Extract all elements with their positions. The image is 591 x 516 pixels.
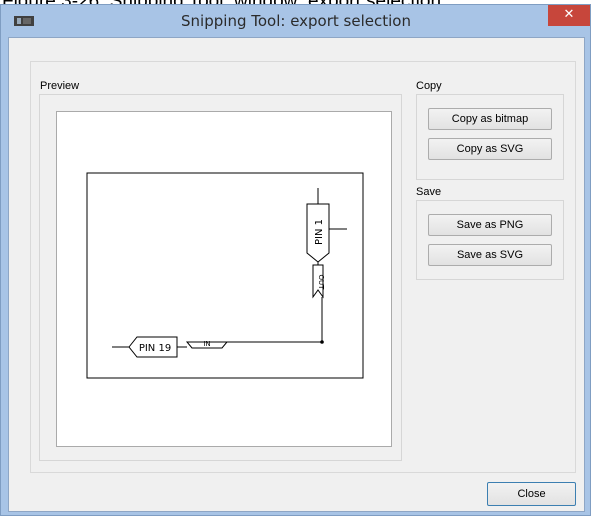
out-port-label: OUT: [317, 275, 325, 291]
copy-as-svg-button[interactable]: Copy as SVG: [428, 138, 552, 160]
in-port-label: IN: [203, 340, 210, 348]
window-title: Snipping Tool: export selection: [181, 12, 411, 30]
save-as-svg-button[interactable]: Save as SVG: [428, 244, 552, 266]
copy-as-bitmap-button[interactable]: Copy as bitmap: [428, 108, 552, 130]
export-dialog: Snipping Tool: export selection ✕ Previe…: [0, 4, 591, 516]
preview-label: Preview: [40, 80, 80, 92]
pin-1-label: PIN 1: [314, 219, 325, 245]
preview-canvas: PIN 1 OUT PIN 19 IN: [56, 111, 392, 447]
pin-19-label: PIN 19: [139, 343, 171, 354]
save-group-box: [416, 200, 564, 280]
copy-group-label: Copy: [416, 80, 442, 92]
close-button[interactable]: Close: [487, 482, 576, 506]
snipping-tool-icon: [14, 16, 34, 26]
dialog-client-area: Preview PIN 1 OUT PIN 19 IN Copy Copy as…: [8, 37, 585, 512]
close-icon[interactable]: ✕: [548, 5, 590, 26]
title-bar[interactable]: Snipping Tool: export selection ✕: [1, 5, 590, 38]
schematic-preview: PIN 1 OUT PIN 19 IN: [86, 172, 364, 379]
save-group-label: Save: [416, 186, 442, 198]
save-as-png-button[interactable]: Save as PNG: [428, 214, 552, 236]
copy-group-box: [416, 94, 564, 180]
